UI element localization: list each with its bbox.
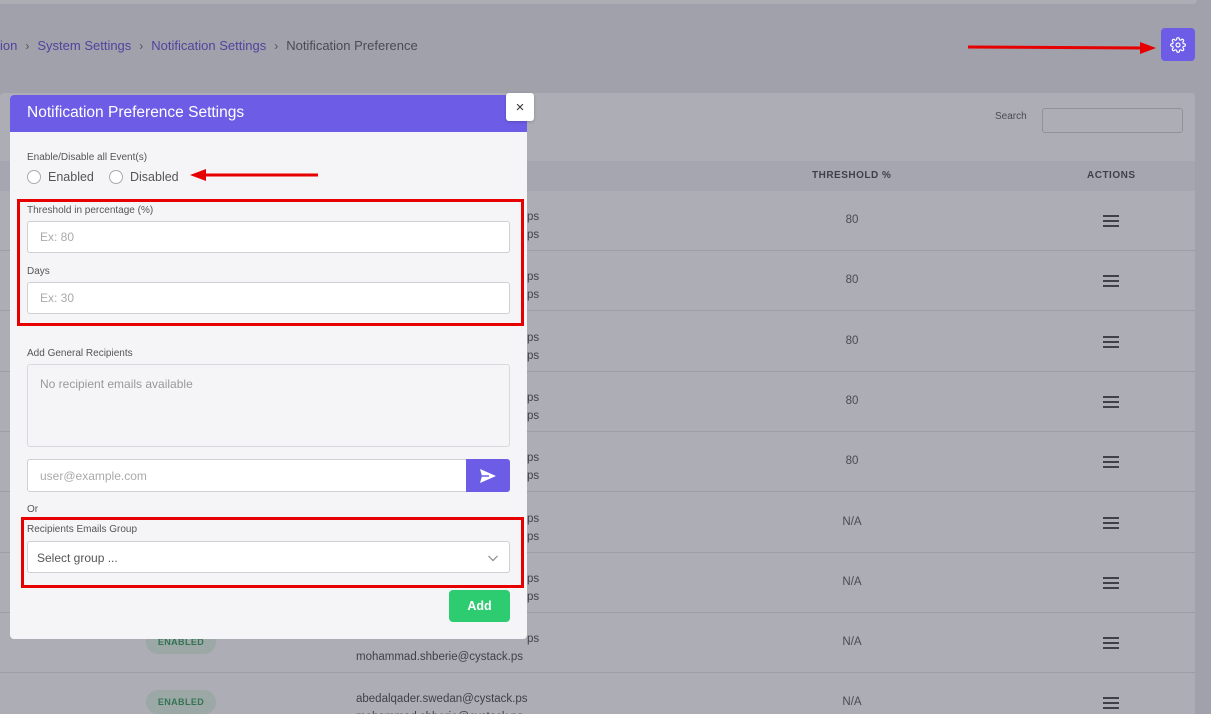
disabled-radio[interactable]: Disabled xyxy=(109,170,179,184)
close-icon[interactable]: × xyxy=(506,93,534,121)
add-button[interactable]: Add xyxy=(449,590,510,622)
radio-circle xyxy=(27,170,41,184)
annotation-highlight-box xyxy=(21,517,524,588)
recipient-email-input[interactable]: user@example.com xyxy=(27,459,467,492)
toggle-all-events-label: Enable/Disable all Event(s) xyxy=(27,152,148,163)
radio-circle xyxy=(109,170,123,184)
disabled-radio-label: Disabled xyxy=(130,170,179,184)
recipients-list: No recipient emails available xyxy=(27,364,510,447)
annotation-highlight-box xyxy=(17,199,524,326)
settings-button[interactable] xyxy=(1161,28,1195,61)
enabled-radio-label: Enabled xyxy=(48,170,94,184)
send-icon xyxy=(480,468,496,483)
annotation-arrow-icon xyxy=(968,42,1156,54)
modal-title: Notification Preference Settings xyxy=(27,104,245,121)
general-recipients-label: Add General Recipients xyxy=(27,348,133,359)
annotation-arrow-icon xyxy=(190,169,318,181)
add-recipient-button[interactable] xyxy=(466,459,510,492)
recipients-empty-text: No recipient emails available xyxy=(40,377,193,391)
gear-icon xyxy=(1170,36,1186,53)
enabled-radio[interactable]: Enabled xyxy=(27,170,94,184)
or-label: Or xyxy=(27,504,39,515)
modal-header: Notification Preference Settings xyxy=(10,95,527,132)
